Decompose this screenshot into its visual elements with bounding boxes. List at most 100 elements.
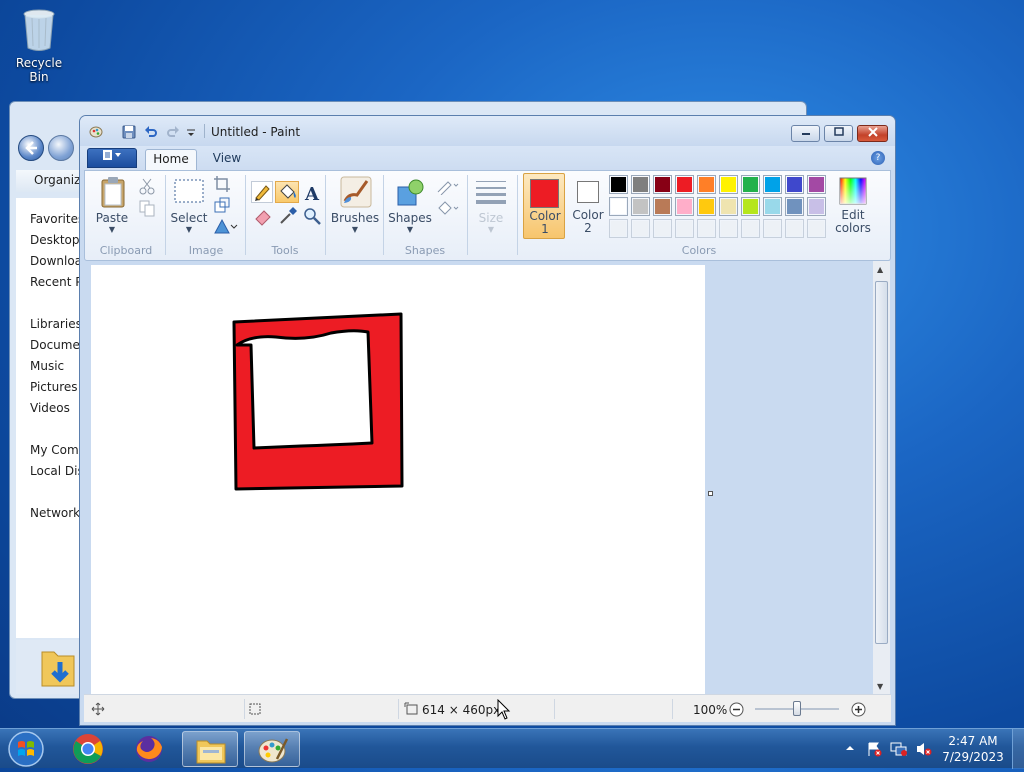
nav-item[interactable]: Downloads (30, 254, 80, 268)
palette-color-swatch[interactable] (653, 175, 672, 194)
paint-app-icon[interactable] (89, 125, 103, 139)
resize-icon[interactable] (213, 196, 231, 214)
drawing-canvas[interactable] (91, 265, 705, 694)
crop-icon[interactable] (213, 175, 231, 193)
nav-item[interactable]: Desktop (30, 233, 80, 247)
palette-color-swatch[interactable] (631, 197, 650, 216)
organize-button[interactable]: Organize (16, 170, 88, 192)
network-icon[interactable] (890, 741, 908, 757)
palette-color-swatch[interactable] (675, 197, 694, 216)
taskbar-firefox[interactable] (121, 731, 177, 767)
brushes-button[interactable]: Brushes ▼ (329, 173, 381, 239)
palette-color-swatch[interactable] (807, 197, 826, 216)
palette-color-swatch[interactable] (697, 175, 716, 194)
zoom-slider-thumb[interactable] (793, 701, 801, 716)
palette-custom-slot[interactable] (807, 219, 826, 238)
magnifier-icon[interactable] (302, 206, 322, 226)
taskbar-explorer[interactable] (182, 731, 238, 767)
palette-color-swatch[interactable] (741, 197, 760, 216)
palette-custom-slot[interactable] (675, 219, 694, 238)
vertical-scrollbar[interactable]: ▲ ▼ (873, 261, 890, 694)
show-desktop-button[interactable] (1012, 729, 1024, 769)
palette-color-swatch[interactable] (719, 175, 738, 194)
palette-custom-slot[interactable] (631, 219, 650, 238)
palette-color-swatch[interactable] (631, 175, 650, 194)
customize-quick-access-icon[interactable] (186, 125, 196, 139)
shapes-button[interactable]: Shapes ▼ (387, 173, 433, 239)
scroll-up-arrow[interactable]: ▲ (877, 265, 883, 274)
title-bar[interactable]: Untitled - Paint (80, 116, 895, 146)
pencil-tool[interactable] (251, 181, 273, 203)
palette-custom-slot[interactable] (697, 219, 716, 238)
maximize-button[interactable] (824, 125, 853, 142)
taskbar-paint[interactable] (244, 731, 300, 767)
edit-colors-button[interactable]: Edit colors (831, 173, 875, 239)
palette-custom-slot[interactable] (719, 219, 738, 238)
scrollbar-thumb[interactable] (875, 281, 888, 644)
zoom-out-icon[interactable] (729, 702, 744, 717)
zoom-in-icon[interactable] (851, 702, 866, 717)
undo-icon[interactable] (144, 125, 158, 139)
nav-item[interactable]: Favorites (30, 212, 80, 226)
copy-icon[interactable] (138, 199, 156, 217)
text-icon[interactable]: A (302, 183, 322, 203)
size-button[interactable]: Size ▼ (471, 173, 511, 239)
color-picker-icon[interactable] (278, 206, 298, 226)
forward-button[interactable] (48, 135, 74, 161)
palette-color-swatch[interactable] (741, 175, 760, 194)
start-button[interactable] (4, 729, 48, 769)
palette-color-swatch[interactable] (609, 197, 628, 216)
palette-color-swatch[interactable] (807, 175, 826, 194)
palette-color-swatch[interactable] (785, 197, 804, 216)
fill-icon[interactable] (435, 198, 461, 216)
nav-item[interactable]: Videos (30, 401, 80, 415)
palette-color-swatch[interactable] (609, 175, 628, 194)
nav-item[interactable]: Pictures (30, 380, 80, 394)
system-clock[interactable]: 2:47 AM 7/29/2023 (940, 733, 1006, 765)
scroll-down-arrow[interactable]: ▼ (877, 682, 883, 691)
color2-button[interactable]: Color 2 (569, 173, 607, 239)
redo-icon[interactable] (166, 125, 180, 139)
nav-item[interactable]: Music (30, 359, 80, 373)
palette-custom-slot[interactable] (653, 219, 672, 238)
tab-home[interactable]: Home (145, 149, 197, 170)
nav-item[interactable]: Network (30, 506, 80, 520)
show-hidden-icons-icon[interactable] (845, 743, 855, 753)
paint-menu-button[interactable] (87, 148, 137, 168)
palette-custom-slot[interactable] (741, 219, 760, 238)
select-button[interactable]: Select ▼ (169, 173, 209, 239)
nav-item[interactable]: Libraries (30, 317, 80, 331)
action-center-icon[interactable] (866, 741, 882, 757)
nav-item[interactable]: Local Disk (30, 464, 80, 478)
eraser-icon[interactable] (253, 206, 273, 226)
color1-button[interactable]: Color 1 (523, 173, 565, 239)
volume-muted-icon[interactable] (915, 741, 933, 757)
recycle-bin-desktop-icon[interactable]: Recycle Bin (6, 6, 72, 84)
palette-color-swatch[interactable] (653, 197, 672, 216)
palette-custom-slot[interactable] (763, 219, 782, 238)
palette-color-swatch[interactable] (719, 197, 738, 216)
fill-tool[interactable] (275, 181, 299, 203)
palette-color-swatch[interactable] (763, 197, 782, 216)
palette-custom-slot[interactable] (609, 219, 628, 238)
minimize-button[interactable] (791, 125, 820, 142)
palette-color-swatch[interactable] (697, 197, 716, 216)
outline-icon[interactable] (435, 177, 461, 195)
tab-view[interactable]: View (204, 149, 250, 170)
nav-item[interactable]: My Computer (30, 443, 80, 457)
palette-custom-slot[interactable] (785, 219, 804, 238)
help-icon[interactable]: ? (871, 151, 885, 165)
nav-item[interactable]: Documents (30, 338, 80, 352)
rotate-icon[interactable] (213, 217, 239, 235)
nav-item[interactable]: Recent Places (30, 275, 80, 289)
taskbar-chrome[interactable] (60, 731, 116, 767)
palette-color-swatch[interactable] (675, 175, 694, 194)
cut-icon[interactable] (138, 177, 156, 195)
close-button[interactable] (857, 125, 888, 142)
canvas-resize-handle[interactable] (708, 491, 713, 496)
back-button[interactable] (18, 135, 44, 161)
paste-button[interactable]: Paste ▼ (91, 173, 133, 239)
palette-color-swatch[interactable] (785, 175, 804, 194)
save-icon[interactable] (122, 125, 136, 139)
palette-color-swatch[interactable] (763, 175, 782, 194)
